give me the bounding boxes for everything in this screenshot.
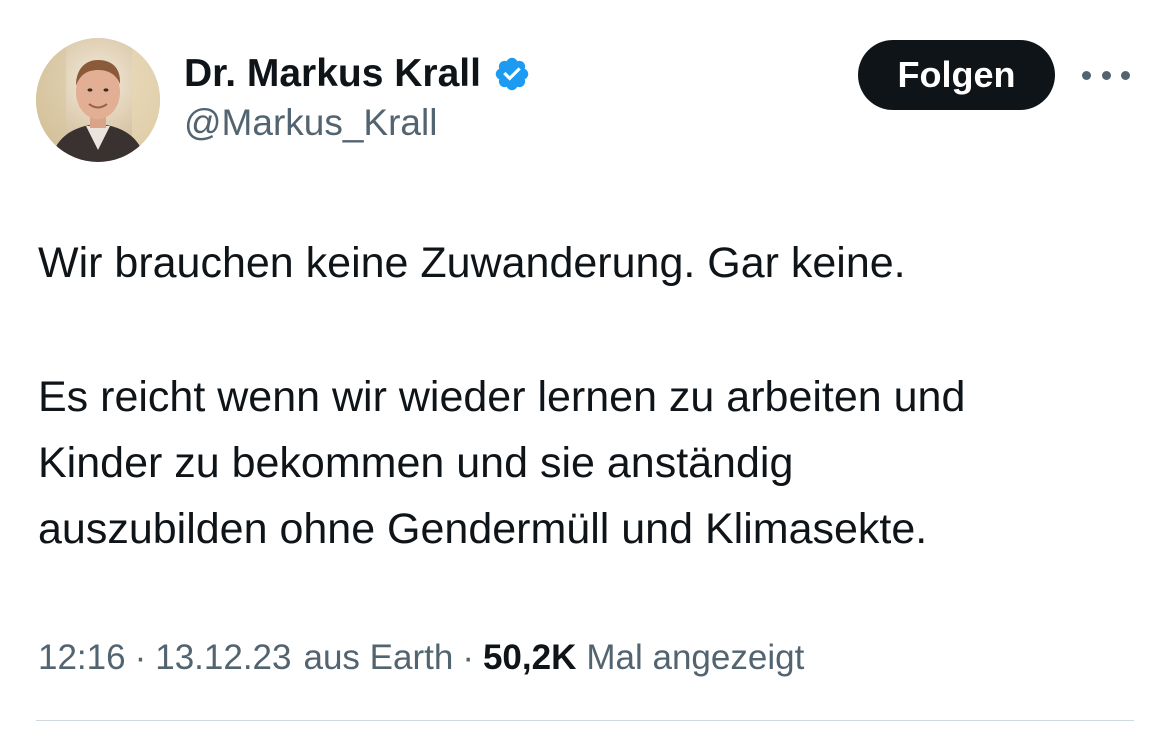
author-display-name[interactable]: Dr. Markus Krall <box>184 52 481 96</box>
author-name-row: Dr. Markus Krall <box>184 50 531 98</box>
tweet-text-line: Kinder zu bekommen und sie anständig <box>38 439 794 487</box>
tweet-text-line: Es reicht wenn wir wieder lernen zu arbe… <box>38 373 966 421</box>
tweet-date[interactable]: 13.12.23 <box>155 638 291 678</box>
divider <box>36 720 1134 721</box>
views-count[interactable]: 50,2K <box>483 638 586 678</box>
avatar[interactable] <box>36 38 160 162</box>
tweet-text-line: auszubilden ohne Gendermüll und Klimasek… <box>38 505 928 553</box>
verified-badge-icon[interactable] <box>493 55 531 93</box>
tweet-card: Dr. Markus Krall @Markus_Krall Folgen Wi… <box>0 0 1170 731</box>
tweet-meta: 12:16 · 13.12.23 aus Earth · 50,2K Mal a… <box>38 638 804 678</box>
tweet-location: aus Earth <box>303 638 454 677</box>
meta-separator: · <box>462 638 474 677</box>
views-label: Mal angezeigt <box>586 638 805 677</box>
author-handle[interactable]: @Markus_Krall <box>184 102 437 144</box>
more-dot <box>1082 70 1091 80</box>
meta-separator: · <box>134 638 147 677</box>
follow-button[interactable]: Folgen <box>858 40 1055 110</box>
more-dot <box>1121 70 1130 80</box>
tweet-text-line: Wir brauchen keine Zuwanderung. Gar kein… <box>38 239 906 287</box>
avatar-photo-icon <box>36 38 160 162</box>
more-dot <box>1101 70 1111 80</box>
tweet-time[interactable]: 12:16 <box>38 638 126 678</box>
more-horizontal-icon[interactable] <box>1082 62 1130 88</box>
